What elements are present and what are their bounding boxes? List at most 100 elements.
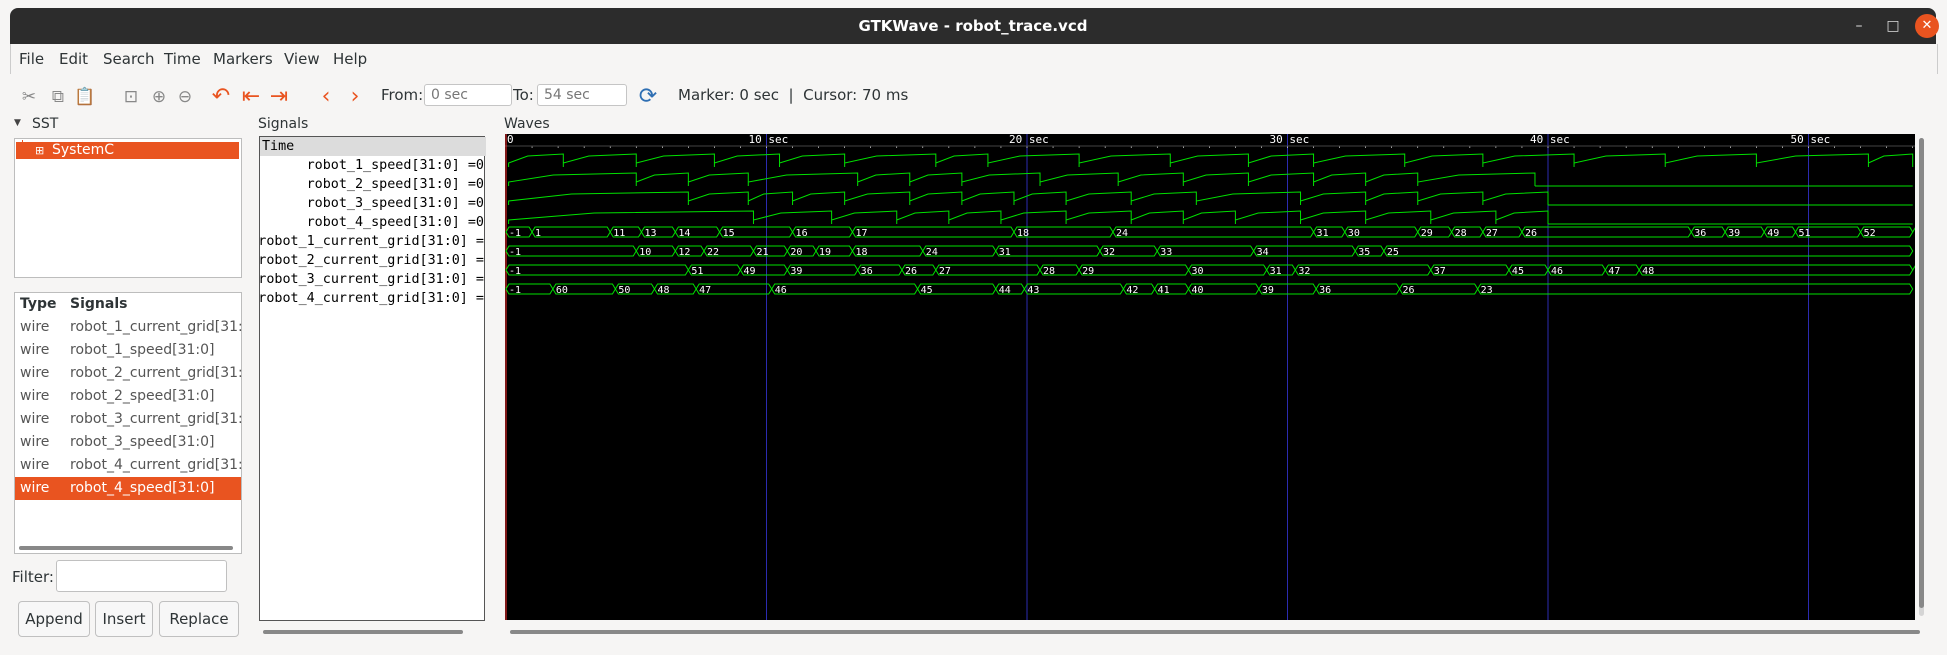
- robot-2-grid-segment: [995, 245, 1101, 257]
- robot-1-grid-segment: [531, 226, 611, 238]
- table-row[interactable]: wire robot_2_current_grid[31:: [15, 362, 243, 385]
- table-row[interactable]: wire robot_2_speed[31:0]: [15, 385, 241, 408]
- robot-1-grid-segment: [1112, 226, 1315, 238]
- bus-value-label: 24: [926, 247, 938, 258]
- table-row[interactable]: wire robot_3_speed[31:0]: [15, 431, 241, 454]
- zoom-undo-icon[interactable]: ↶: [210, 86, 232, 108]
- copy-icon[interactable]: ⧉: [47, 86, 69, 108]
- signal-row[interactable]: robot_3_speed[31:0] =0: [307, 194, 484, 213]
- signal-row[interactable]: robot_4_current_grid[31:0] =: [258, 289, 484, 308]
- menu-time[interactable]: Time: [164, 50, 201, 68]
- robot-3-grid-segment: [1912, 265, 1915, 271]
- filter-input[interactable]: [56, 560, 227, 592]
- table-row[interactable]: wire robot_4_current_grid[31:: [15, 454, 243, 477]
- bus-value-label: 49: [1767, 228, 1779, 239]
- waves-horizontal-scrollbar[interactable]: [510, 630, 1920, 634]
- table-row[interactable]: wire robot_1_speed[31:0]: [15, 339, 241, 362]
- close-button[interactable]: ✕: [1915, 14, 1939, 38]
- zoom-in-icon[interactable]: ⊕: [148, 86, 170, 108]
- bus-value-label: 27: [1486, 228, 1498, 239]
- time-row[interactable]: Time: [260, 137, 486, 156]
- to-label: To:: [513, 86, 534, 104]
- row-type: wire: [20, 342, 50, 358]
- menu-help[interactable]: Help: [333, 50, 367, 68]
- row-type: wire: [20, 434, 50, 450]
- table-header: Type Signals: [15, 293, 241, 316]
- bus-value-label: 20: [790, 247, 802, 258]
- from-time-input[interactable]: 0 sec: [424, 84, 512, 106]
- menu-edit[interactable]: Edit: [59, 50, 88, 68]
- append-button[interactable]: Append: [18, 601, 90, 637]
- bus-value-label: 43: [1027, 285, 1039, 296]
- tree-node-label: SystemC: [52, 142, 114, 158]
- menu-search[interactable]: Search: [103, 50, 155, 68]
- table-row[interactable]: wire robot_3_current_grid[31:: [15, 408, 243, 431]
- waves-vertical-scrollbar[interactable]: [1919, 138, 1924, 616]
- bus-value-label: 44: [999, 285, 1011, 296]
- bus-value-label: 47: [699, 285, 711, 296]
- robot-2-grid-segment: [1383, 245, 1914, 257]
- table-row-selected[interactable]: wire robot_4_speed[31:0]: [15, 477, 241, 500]
- menu-file[interactable]: File: [19, 50, 44, 68]
- robot-3-grid-segment: [1294, 264, 1432, 276]
- bus-value-label: 45: [1512, 266, 1524, 277]
- bus-value-label: 31: [999, 247, 1011, 258]
- bus-value-label: 13: [644, 228, 656, 239]
- signal-row[interactable]: robot_2_speed[31:0] =0: [307, 175, 484, 194]
- signal-row[interactable]: robot_1_current_grid[31:0] =: [258, 232, 484, 251]
- signals-horizontal-scrollbar[interactable]: [263, 630, 463, 634]
- find-previous-edge-icon[interactable]: ‹: [315, 86, 337, 108]
- column-signals-header[interactable]: Signals: [70, 293, 127, 316]
- bus-value-label: 51: [1798, 228, 1810, 239]
- tree-node-systemc[interactable]: ⊞ SystemC: [16, 142, 239, 159]
- bus-value-label: 29: [1421, 228, 1433, 239]
- reload-icon[interactable]: ⟳: [637, 86, 659, 108]
- marker-cursor-readout: Marker: 0 sec | Cursor: 70 ms: [678, 86, 909, 104]
- insert-button[interactable]: Insert: [95, 601, 153, 637]
- menu-view[interactable]: View: [284, 50, 320, 68]
- to-time-input[interactable]: 54 sec: [537, 84, 627, 106]
- sst-collapse-icon[interactable]: ▼: [14, 118, 21, 128]
- paste-icon[interactable]: 📋: [74, 86, 96, 108]
- column-type-header[interactable]: Type: [20, 293, 57, 316]
- minimize-button[interactable]: –: [1847, 14, 1871, 38]
- zoom-out-icon[interactable]: ⊖: [174, 86, 196, 108]
- signal-row[interactable]: robot_4_speed[31:0] =0: [307, 213, 484, 232]
- robot-3-grid-segment: [1638, 264, 1914, 276]
- menu-markers[interactable]: Markers: [213, 50, 273, 68]
- row-type: wire: [20, 457, 50, 473]
- toolbar: ✂ ⧉ 📋 ⊡ ⊕ ⊖ ↶ ⇤ ⇥ ‹ › From: 0 sec To: 54…: [10, 74, 1936, 116]
- signals-list: Time robot_1_speed[31:0] =0 robot_2_spee…: [258, 136, 486, 621]
- bus-value-label: 16: [796, 228, 808, 239]
- bus-value-label: 42: [1126, 285, 1138, 296]
- signal-row[interactable]: robot_2_current_grid[31:0] =: [258, 251, 484, 270]
- zoom-to-end-icon[interactable]: ⇥: [268, 86, 290, 108]
- bus-value-label: 46: [775, 285, 787, 296]
- bus-value-label: 26: [1403, 285, 1415, 296]
- table-horizontal-scrollbar[interactable]: [19, 546, 233, 550]
- zoom-fit-icon[interactable]: ⊡: [120, 86, 142, 108]
- title-bar: GTKWave - robot_trace.vcd – □ ✕: [10, 8, 1939, 44]
- bus-value-label: 1: [535, 228, 541, 239]
- time-label: 30 sec: [1270, 134, 1310, 146]
- signal-row[interactable]: robot_1_speed[31:0] =0: [307, 156, 484, 175]
- bus-value-label: 48: [1642, 266, 1654, 277]
- table-row[interactable]: wire robot_1_current_grid[31:: [15, 316, 243, 339]
- bus-value-label: 32: [1103, 247, 1115, 258]
- bus-value-label: 41: [1158, 285, 1170, 296]
- find-next-edge-icon[interactable]: ›: [344, 86, 366, 108]
- robot-2-grid-segment: [505, 245, 637, 257]
- bus-value-label: 40: [1192, 285, 1204, 296]
- row-type: wire: [20, 388, 50, 404]
- bus-value-label: 36: [861, 266, 873, 277]
- row-type: wire: [20, 480, 50, 496]
- replace-button[interactable]: Replace: [159, 601, 239, 637]
- zoom-to-start-icon[interactable]: ⇤: [240, 86, 262, 108]
- maximize-button[interactable]: □: [1881, 14, 1905, 38]
- waves-title: Waves: [504, 116, 550, 132]
- cut-icon[interactable]: ✂: [18, 86, 40, 108]
- sst-title: SST: [32, 116, 59, 132]
- signal-row[interactable]: robot_3_current_grid[31:0] =: [258, 270, 484, 289]
- waves-canvas[interactable]: 0 10 sec 20 sec 30 sec 40 sec 50 sec -1 1 11 13 14…: [505, 134, 1915, 620]
- waveform-plot: 0 10 sec 20 sec 30 sec 40 sec 50 sec-1 1 11 13 14…: [505, 134, 1915, 620]
